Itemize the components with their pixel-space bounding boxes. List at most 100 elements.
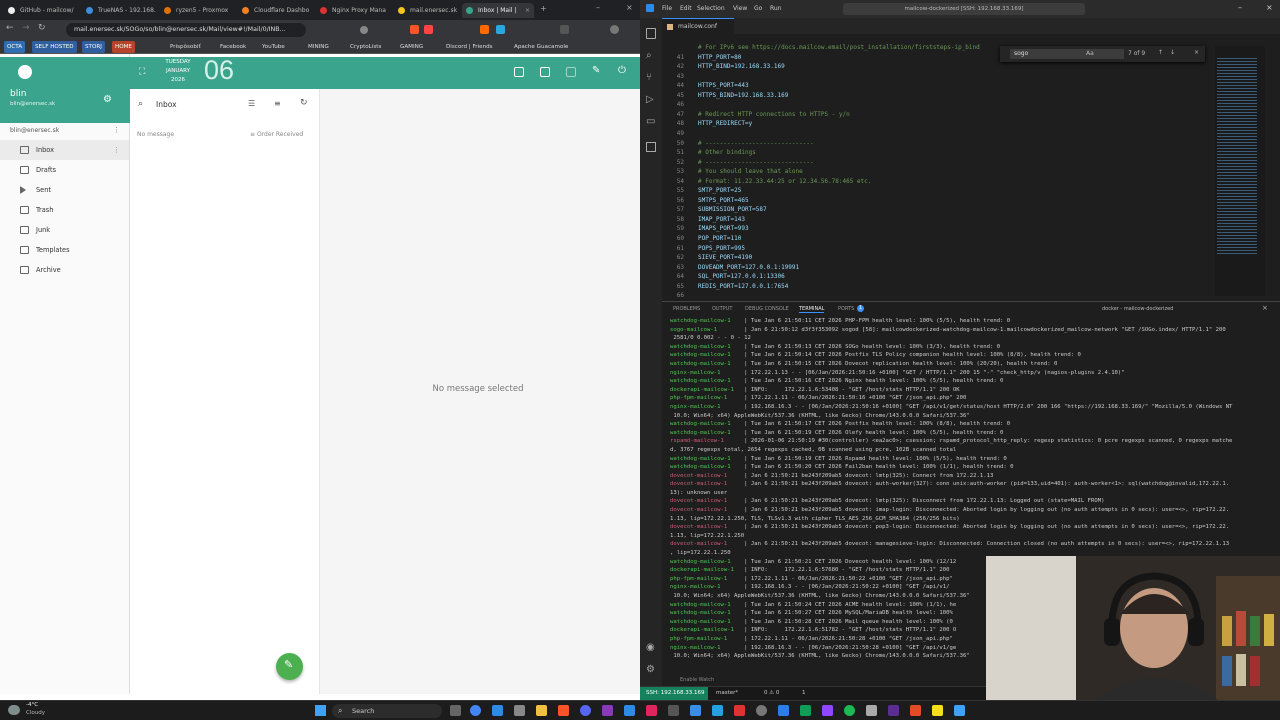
bookmark[interactable]: MINING: [308, 41, 329, 53]
eye-icon[interactable]: [360, 26, 368, 34]
browser-tab[interactable]: TrueNAS - 192.168.: [82, 3, 156, 18]
remote-explorer-icon[interactable]: ▭: [646, 116, 655, 127]
bookmark[interactable]: Prispôsobiť: [170, 41, 201, 53]
app-icon[interactable]: [646, 705, 657, 716]
folder-archive[interactable]: Archive: [0, 260, 129, 280]
browser-tab-active[interactable]: Inbox | Mail | ×: [462, 3, 534, 18]
browser-tab[interactable]: Cloudflare Dashbo: [238, 3, 312, 18]
ports-indicator[interactable]: 1: [802, 690, 806, 696]
calendar-icon[interactable]: [514, 67, 524, 77]
back-icon[interactable]: ←: [6, 23, 14, 33]
bookmark-folder[interactable]: HOME: [112, 41, 135, 53]
app-icon[interactable]: [800, 705, 811, 716]
settings-icon[interactable]: [514, 705, 525, 716]
browser-tab[interactable]: ryzen5 - Proxmox: [160, 3, 234, 18]
app-icon[interactable]: [756, 705, 767, 716]
manage-gear-icon[interactable]: ⚙: [646, 664, 655, 675]
remote-indicator[interactable]: SSH: 192.168.33.169: [640, 687, 708, 700]
run-debug-icon[interactable]: ▷: [646, 94, 654, 105]
bookmark-folder[interactable]: SELF HOSTED: [32, 41, 77, 53]
bookmark-folder[interactable]: STORJ: [82, 41, 105, 53]
app-icon[interactable]: [844, 705, 855, 716]
mail-app-icon[interactable]: [566, 67, 576, 77]
file-explorer-icon[interactable]: [536, 705, 547, 716]
app-icon[interactable]: [734, 705, 745, 716]
folder-junk[interactable]: Junk: [0, 220, 129, 240]
app-icon[interactable]: [690, 705, 701, 716]
next-match-icon[interactable]: ↓: [1170, 49, 1175, 56]
brave-icon[interactable]: [558, 705, 569, 716]
tab-problems[interactable]: PROBLEMS: [673, 306, 700, 312]
enable-watch[interactable]: Enable Watch: [680, 677, 714, 683]
tab-terminal[interactable]: TERMINAL: [799, 306, 825, 313]
menu-go[interactable]: Go: [754, 5, 762, 12]
gear-icon[interactable]: ⚙: [103, 94, 112, 105]
bookmark[interactable]: Facebook: [220, 41, 246, 53]
bookmark[interactable]: YouTube: [262, 41, 285, 53]
app-icon[interactable]: [888, 705, 899, 716]
expand-icon[interactable]: ⛶: [139, 67, 145, 77]
close-find-icon[interactable]: ×: [1194, 49, 1199, 56]
command-center[interactable]: mailcow-dockerized [SSH: 192.168.33.169]: [843, 3, 1085, 15]
logout-icon[interactable]: ⏻: [618, 65, 626, 76]
browser-tab[interactable]: GitHub - mailcow/: [4, 3, 78, 18]
brave-rewards-icon[interactable]: [424, 25, 433, 34]
address-bar[interactable]: mail.enersec.sk/SOGo/so/blin@enersec.sk/…: [66, 23, 306, 37]
browser-tab[interactable]: Nginx Proxy Mana: [316, 3, 390, 18]
forward-icon[interactable]: →: [22, 23, 30, 33]
editor-tab[interactable]: mailcow.conf: [662, 18, 734, 34]
folder-inbox[interactable]: Inbox ⋮: [0, 140, 129, 160]
menu-selection[interactable]: Selection: [697, 5, 725, 12]
folder-drafts[interactable]: Drafts: [0, 160, 129, 180]
tab-ports[interactable]: PORTS: [838, 306, 854, 312]
edge-icon[interactable]: [492, 705, 503, 716]
extension-icon[interactable]: [496, 25, 505, 34]
app-icon[interactable]: [822, 705, 833, 716]
match-case-icon[interactable]: Aa: [1086, 50, 1094, 57]
menu-icon[interactable]: [610, 25, 619, 34]
sort-icon[interactable]: ≡: [274, 99, 281, 108]
reload-icon[interactable]: ↻: [38, 23, 46, 33]
account-menu-icon[interactable]: ⋮: [113, 126, 120, 134]
menu-run[interactable]: Run: [770, 5, 782, 12]
brave-shield-icon[interactable]: [410, 25, 419, 34]
app-icon[interactable]: [602, 705, 613, 716]
app-icon[interactable]: [668, 705, 679, 716]
branch-indicator[interactable]: master*: [716, 690, 738, 696]
minimap[interactable]: [1215, 46, 1265, 296]
refresh-icon[interactable]: ↻: [300, 98, 308, 108]
tab-debug-console[interactable]: DEBUG CONSOLE: [745, 306, 789, 312]
app-icon[interactable]: [954, 705, 965, 716]
bookmark[interactable]: CryptoLists: [350, 41, 381, 53]
app-icon[interactable]: [778, 705, 789, 716]
find-input[interactable]: sogo: [1010, 49, 1124, 59]
code-editor[interactable]: # For IPv6 see https://docs.mailcow.emai…: [662, 34, 1280, 300]
problems-indicator[interactable]: 0 ⚠ 0: [764, 690, 779, 696]
search-icon[interactable]: ⌕: [138, 99, 143, 109]
account-icon[interactable]: ◉: [646, 642, 655, 653]
task-view-icon[interactable]: [450, 705, 461, 716]
previous-match-icon[interactable]: ↑: [1158, 49, 1163, 56]
bookmark-folder[interactable]: OCTA: [4, 41, 26, 53]
menu-edit[interactable]: Edit: [680, 5, 692, 12]
order-received[interactable]: ≡ Order Received: [250, 131, 303, 138]
extension-icon[interactable]: [480, 25, 489, 34]
app-icon[interactable]: [866, 705, 877, 716]
minimize-icon[interactable]: –: [1238, 3, 1242, 12]
discord-icon[interactable]: [580, 705, 591, 716]
close-window-icon[interactable]: ×: [626, 3, 633, 12]
explorer-icon[interactable]: [646, 28, 656, 39]
bookmark[interactable]: GAMING: [400, 41, 423, 53]
menu-view[interactable]: View: [733, 5, 747, 12]
folder-menu-icon[interactable]: ⋮: [113, 140, 120, 160]
extensions-icon[interactable]: [646, 142, 656, 152]
close-tab-icon[interactable]: ×: [525, 3, 530, 18]
weather-temp[interactable]: -4°C: [26, 702, 38, 708]
compose-button[interactable]: ✎: [276, 653, 303, 680]
contacts-icon[interactable]: [540, 67, 550, 77]
bookmark[interactable]: Discord | Friends: [446, 41, 493, 53]
chrome-icon[interactable]: [470, 705, 481, 716]
taskbar-search[interactable]: ⌕ Search: [332, 704, 442, 718]
avatar[interactable]: [18, 65, 32, 79]
folder-templates[interactable]: Templates: [0, 240, 129, 260]
